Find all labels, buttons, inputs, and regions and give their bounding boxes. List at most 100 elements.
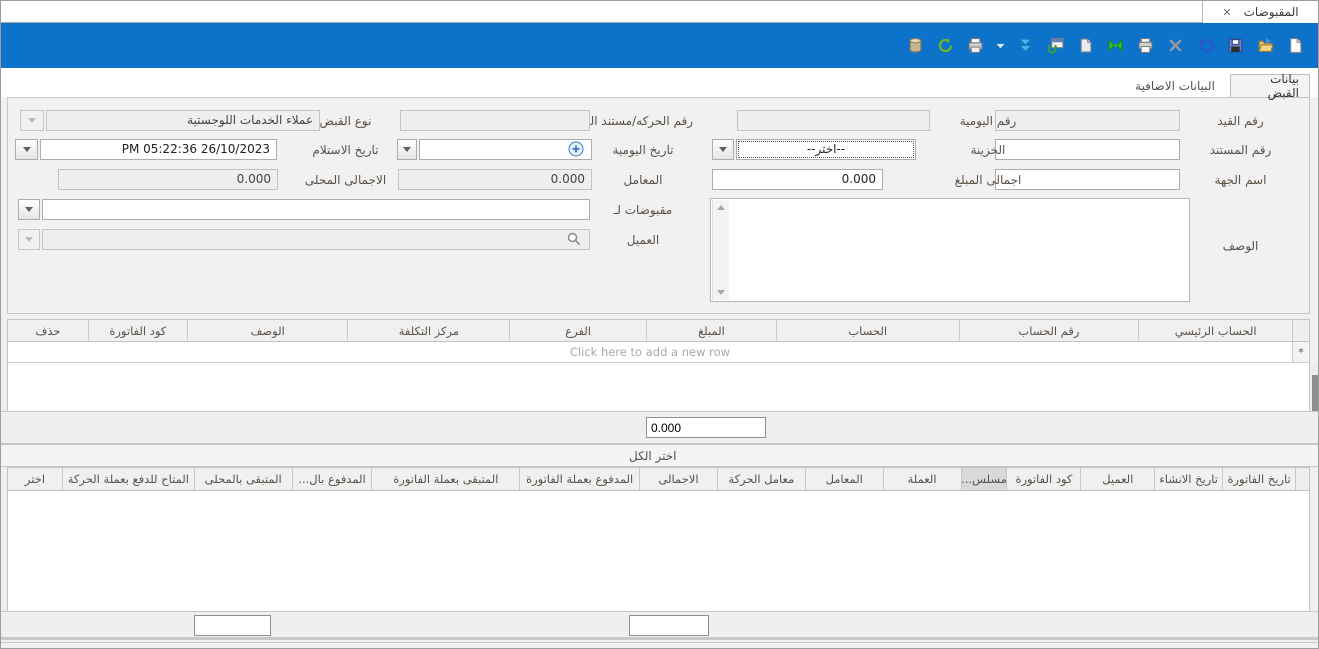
col-description[interactable]: الوصف (187, 320, 348, 341)
middle-strip (1, 411, 1318, 444)
middle-amount-input[interactable] (646, 417, 766, 438)
local-total-field: 0.000 (58, 169, 278, 190)
chevron-down-icon (25, 207, 33, 212)
col-invoice-date[interactable]: تاريخ الفاتورة (1222, 468, 1295, 490)
chevron-down-icon (25, 237, 33, 242)
journal-no-field (737, 110, 930, 131)
attachment-note-icon[interactable] (1076, 36, 1095, 55)
col-amount[interactable]: المبلغ (646, 320, 776, 341)
print-options-caret-icon[interactable] (996, 36, 1005, 55)
description-label: الوصف (1178, 238, 1303, 254)
invoices-grid-body (8, 491, 1309, 611)
print-icon[interactable] (1136, 36, 1155, 55)
journal-date-add-icon[interactable] (568, 141, 584, 157)
col-paid-invoice-currency[interactable]: المدفوع بعملة الفاتورة (519, 468, 639, 490)
search-icon[interactable] (566, 231, 582, 247)
receipts-window: المقبوضات ✕ (0, 0, 1319, 649)
col-available-payment[interactable]: المتاح للدفع بعملة الحركة (62, 468, 194, 490)
col-account[interactable]: الحساب (776, 320, 959, 341)
tab-receipts-document[interactable]: المقبوضات ✕ (1202, 1, 1318, 23)
undo-icon[interactable] (1196, 36, 1215, 55)
local-total-label: الاجمالى المحلى (293, 172, 398, 188)
chevron-down-icon (403, 147, 411, 152)
new-row-marker: * (1292, 342, 1309, 362)
details-grid-header: الحساب الرئيسي رقم الحساب الحساب المبلغ … (8, 320, 1309, 342)
receipts-for-label: مقبوضات لـ (593, 202, 693, 218)
print-batch-icon[interactable] (966, 36, 985, 55)
receipts-for-field[interactable] (42, 199, 590, 220)
mail-export-icon[interactable] (1046, 36, 1065, 55)
tab-receipt-data[interactable]: بيانات القبض (1230, 74, 1310, 97)
merge-icon[interactable] (1106, 36, 1125, 55)
scroll-up-icon[interactable] (717, 205, 725, 210)
col-serial[interactable]: مسلس... (961, 468, 1007, 490)
tab-additional-data[interactable]: البيانات الاضافية (1120, 75, 1230, 97)
journal-no-label: رقم اليومية (943, 113, 1033, 129)
col-invoice-code[interactable]: كود الفاتورة (1006, 468, 1080, 490)
col-remaining-local[interactable]: المتبقى بالمحلى (194, 468, 292, 490)
add-new-row-text: Click here to add a new row (8, 342, 1292, 362)
total-amount-field[interactable]: 0.000 (712, 169, 883, 190)
journal-date-field[interactable] (419, 139, 592, 160)
bottom-divider (1, 638, 1318, 640)
treasury-combobox[interactable]: --اختر-- (736, 139, 916, 160)
col-cost-center[interactable]: مركز التكلفة (347, 320, 509, 341)
col-delete[interactable]: حذف (8, 320, 88, 341)
save-as-icon[interactable] (1256, 36, 1275, 55)
journal-date-dropdown-button[interactable] (397, 139, 417, 160)
new-document-icon[interactable] (1286, 36, 1305, 55)
chevron-down-icon (719, 147, 727, 152)
chevron-down-icon (23, 147, 31, 152)
col-paid-local[interactable]: المدفوع بال... (292, 468, 372, 490)
import-down-icon[interactable] (1016, 36, 1035, 55)
col-customer[interactable]: العميل (1080, 468, 1154, 490)
trans-no-label: رقم الحركه/مستند القيد (593, 113, 693, 129)
col-remaining-invoice-currency[interactable]: المتبقى بعملة الفاتورة (371, 468, 519, 490)
receipt-type-dropdown-button (20, 110, 44, 131)
bottom-total-input-left[interactable] (194, 615, 271, 636)
description-scrollbar[interactable] (712, 200, 729, 300)
treasury-dropdown-button[interactable] (712, 139, 734, 160)
col-branch[interactable]: الفرع (509, 320, 646, 341)
description-textarea[interactable] (710, 198, 1190, 302)
refresh-icon[interactable] (936, 36, 955, 55)
invoices-grid-header: تاريخ الفاتورة تاريخ الانشاء العميل كود … (8, 468, 1309, 491)
bottom-divider-2 (1, 642, 1318, 643)
customer-label: العميل (593, 232, 693, 248)
col-currency[interactable]: العملة (883, 468, 961, 490)
save-icon[interactable] (1226, 36, 1245, 55)
main-toolbar (1, 23, 1318, 68)
receipt-type-combobox: عملاء الخدمات اللوجستية (46, 110, 320, 131)
col-select[interactable]: اختر (8, 468, 62, 490)
row-indicator-header (1295, 468, 1309, 490)
doc-no-label: رقم المستند (1178, 142, 1303, 158)
bottom-strip (1, 611, 1318, 638)
scroll-down-icon[interactable] (717, 290, 725, 295)
col-trans-factor[interactable]: معامل الحركة (717, 468, 805, 490)
customer-dropdown-button (18, 229, 40, 250)
details-grid-body (8, 363, 1309, 411)
receive-date-dropdown-button[interactable] (15, 139, 38, 160)
database-icon[interactable] (906, 36, 925, 55)
col-account-no[interactable]: رقم الحساب (959, 320, 1139, 341)
document-tabbar: المقبوضات ✕ (1, 1, 1318, 23)
receipts-for-dropdown-button[interactable] (18, 199, 40, 220)
delete-x-icon[interactable] (1166, 36, 1185, 55)
receipt-form-panel: رقم القيد رقم المستند اسم الجهة الوصف رق… (7, 97, 1310, 314)
factor-field: 0.000 (398, 169, 592, 190)
select-all-bar[interactable]: اختر الكل (1, 444, 1318, 467)
journal-date-label: تاريخ اليومية (593, 142, 693, 158)
bottom-total-input-right[interactable] (629, 615, 709, 636)
close-icon[interactable]: ✕ (1222, 6, 1231, 19)
col-creation-date[interactable]: تاريخ الانشاء (1154, 468, 1222, 490)
select-all-label: اختر الكل (629, 449, 677, 463)
col-invoice-code[interactable]: كود الفاتورة (88, 320, 187, 341)
col-total[interactable]: الاجمالى (639, 468, 717, 490)
receive-date-field[interactable]: PM 05:22:36 26/10/2023 (40, 139, 277, 160)
col-main-account[interactable]: الحساب الرئيسي (1138, 320, 1292, 341)
total-amount-label: اجمالى المبلغ (943, 172, 1033, 188)
entry-no-label: رقم القيد (1178, 113, 1303, 129)
receive-date-label: تاريخ الاستلام (293, 142, 398, 158)
col-factor[interactable]: المعامل (805, 468, 883, 490)
add-new-row[interactable]: * Click here to add a new row (8, 342, 1309, 363)
